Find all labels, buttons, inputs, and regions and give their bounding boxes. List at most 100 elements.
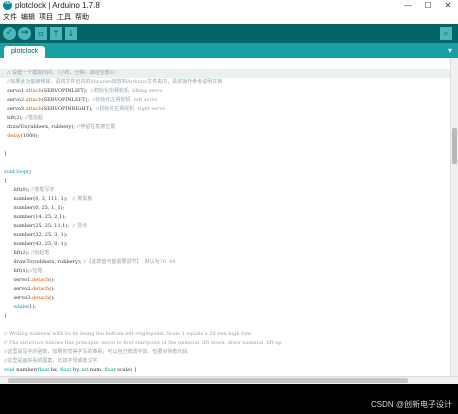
code-token: number(	[14, 367, 38, 373]
code-line: //这里是画好看的图案，比如字母或者汉字	[4, 357, 97, 366]
code-token: void	[4, 169, 15, 175]
horizontal-scroll-thumb[interactable]	[8, 378, 408, 383]
maximize-button[interactable]: ☐	[418, 0, 438, 12]
menu-edit[interactable]: 编辑	[21, 12, 35, 24]
tab-strip: plotclock ▾	[0, 43, 458, 58]
code-token: ();	[49, 295, 55, 301]
open-sketch-icon[interactable]: ↑	[50, 27, 62, 40]
code-token: detach	[32, 277, 50, 283]
code-token: (SERVOPINRIGHT);	[41, 106, 96, 112]
code-line: drawTo(rubberx, rubbery); //停留在笔擦位置	[4, 123, 115, 132]
close-button[interactable]: ✕	[438, 0, 458, 12]
tab-plotclock[interactable]: plotclock	[4, 46, 46, 58]
new-sketch-icon[interactable]: ▫	[35, 27, 47, 40]
code-line: lift(0); //落笔写字	[4, 186, 55, 195]
menu-sketch[interactable]: 项目	[39, 12, 53, 24]
menu-help[interactable]: 帮助	[75, 12, 89, 24]
save-sketch-icon[interactable]: ↓	[65, 27, 77, 40]
code-token: //笔抬起	[24, 115, 43, 121]
code-token: ()	[27, 169, 31, 175]
code-token: number(43, 25, 0, 1);	[4, 241, 68, 247]
menu-file[interactable]: 文件	[3, 12, 17, 24]
code-token: scale) {	[115, 367, 137, 373]
code-line: number(25, 25, 11,1); // 冒点	[4, 222, 88, 231]
code-token: //初始化抬臂舵机 lifting servo	[90, 88, 163, 94]
code-token: // 设置一个模拟时间，（小时，分钟，启动全部0）	[4, 70, 118, 76]
code-token: servo1.	[4, 277, 33, 283]
code-token: lift(2);	[4, 250, 31, 256]
code-token: servo3.	[4, 295, 33, 301]
code-token: //如果此功能被移除，请将文件包内的libraries库放到Arduino文件夹…	[4, 79, 223, 85]
menu-tools[interactable]: 工具	[57, 12, 71, 24]
code-token: number(0, 25, 1, 1);	[4, 205, 65, 211]
code-token: //【此数值可能需要调节】 默认为70 44	[83, 259, 176, 265]
code-token: number(32, 25, 3, 1);	[4, 232, 68, 238]
vertical-scroll-thumb[interactable]	[452, 128, 457, 164]
code-line: number(0, 3, 111, 1); // 擦黑板	[4, 195, 93, 204]
code-line: // 设置一个模拟时间，（小时，分钟，启动全部0）	[4, 69, 118, 78]
code-token: //落笔写字	[30, 187, 55, 193]
code-token: // 冒点	[72, 223, 88, 229]
code-token: servo1.	[4, 88, 26, 94]
code-token: drawTo(rubberx, rubbery);	[4, 259, 84, 265]
code-token: attach	[25, 97, 42, 103]
code-token: //初始化左臂舵机 left servo	[92, 97, 158, 103]
code-token: delay	[7, 133, 21, 139]
code-line: servo3.detach();	[4, 294, 55, 303]
horizontal-scrollbar[interactable]	[0, 376, 458, 384]
code-token: servo2.	[4, 286, 33, 292]
code-token: //抬起笔	[30, 250, 50, 256]
code-token: // 擦黑板	[72, 196, 93, 202]
code-line: drawTo(rubberx, rubbery); //【此数值可能需要调节】 …	[4, 258, 176, 267]
verify-icon[interactable]: ✓	[3, 27, 16, 40]
code-token: // Writing numeral with bx by being the …	[4, 331, 253, 337]
upload-icon[interactable]: →	[18, 27, 31, 40]
code-token: lift(0);	[4, 187, 31, 193]
code-line: servo2.attach(SERVOPINLEFT); //初始化左臂舵机 l…	[4, 96, 158, 105]
code-line: number(43, 25, 0, 1);	[4, 240, 68, 249]
code-token: detach	[32, 295, 50, 301]
console-panel: CSDN @创新电子设计	[0, 384, 458, 414]
code-token: bx,	[49, 367, 61, 373]
code-token: number(14, 25, 2,1);	[4, 214, 66, 220]
arduino-logo-icon	[3, 0, 12, 10]
code-token: //这里是写字的函数，如果你觉得字写的难看，可以自己修改字体，但要对熟悉代码	[4, 349, 188, 355]
code-token: (SERVOPINLIFT);	[41, 88, 91, 94]
code-line: //这里是写字的函数，如果你觉得字写的难看，可以自己修改字体，但要对熟悉代码	[4, 348, 187, 357]
code-line: // Writing numeral with bx by being the …	[4, 330, 253, 339]
code-token: float	[37, 367, 50, 373]
code-token: float	[104, 367, 116, 373]
code-token: attach	[25, 106, 42, 112]
vertical-scrollbar[interactable]	[450, 58, 458, 376]
code-token: //这里是画好看的图案，比如字母或者汉字	[4, 358, 98, 364]
code-line: servo2.detach();	[4, 285, 55, 294]
code-token: by,	[71, 367, 82, 373]
code-line: servo1.attach(SERVOPINLIFT); //初始化抬臂舵机 l…	[4, 87, 163, 96]
code-line: }	[4, 150, 7, 159]
title-bar: plotclock | Arduino 1.7.8 — ☐ ✕	[0, 0, 458, 12]
code-token: }	[4, 313, 8, 319]
code-token: //停留在笔擦位置	[76, 124, 116, 130]
code-line: servo3.attach(SERVOPINRIGHT); //初始化右臂舵机 …	[4, 105, 165, 114]
tab-menu-arrow-icon[interactable]: ▾	[448, 46, 452, 55]
code-line: // The structure follows this principle:…	[4, 339, 282, 348]
code-line: {	[4, 177, 7, 186]
code-line: lift(1);//抬笔	[4, 267, 43, 276]
serial-monitor-icon[interactable]: ⌕	[440, 27, 452, 40]
code-token: //初始化右臂舵机 right servo	[95, 106, 166, 112]
minimize-button[interactable]: —	[398, 0, 418, 12]
code-token: ();	[49, 286, 55, 292]
code-editor[interactable]: // 设置一个模拟时间，（小时，分钟，启动全部0） //如果此功能被移除，请将文…	[0, 58, 450, 376]
code-token: lift(2);	[4, 115, 25, 121]
code-line: void loop()	[4, 168, 31, 177]
code-token: float	[60, 367, 72, 373]
code-line: lift(2); //抬起笔	[4, 249, 50, 258]
code-token: detach	[32, 286, 50, 292]
toolbar: ✓ → ▫ ↑ ↓ ⌕	[0, 24, 458, 43]
code-line: //如果此功能被移除，请将文件包内的libraries库放到Arduino文件夹…	[4, 78, 222, 87]
code-line: number(14, 25, 2,1);	[4, 213, 66, 222]
code-line: delay(1000);	[4, 132, 39, 141]
code-line: void number(float bx, float by, int num,…	[4, 366, 137, 375]
code-token: ();	[49, 277, 55, 283]
